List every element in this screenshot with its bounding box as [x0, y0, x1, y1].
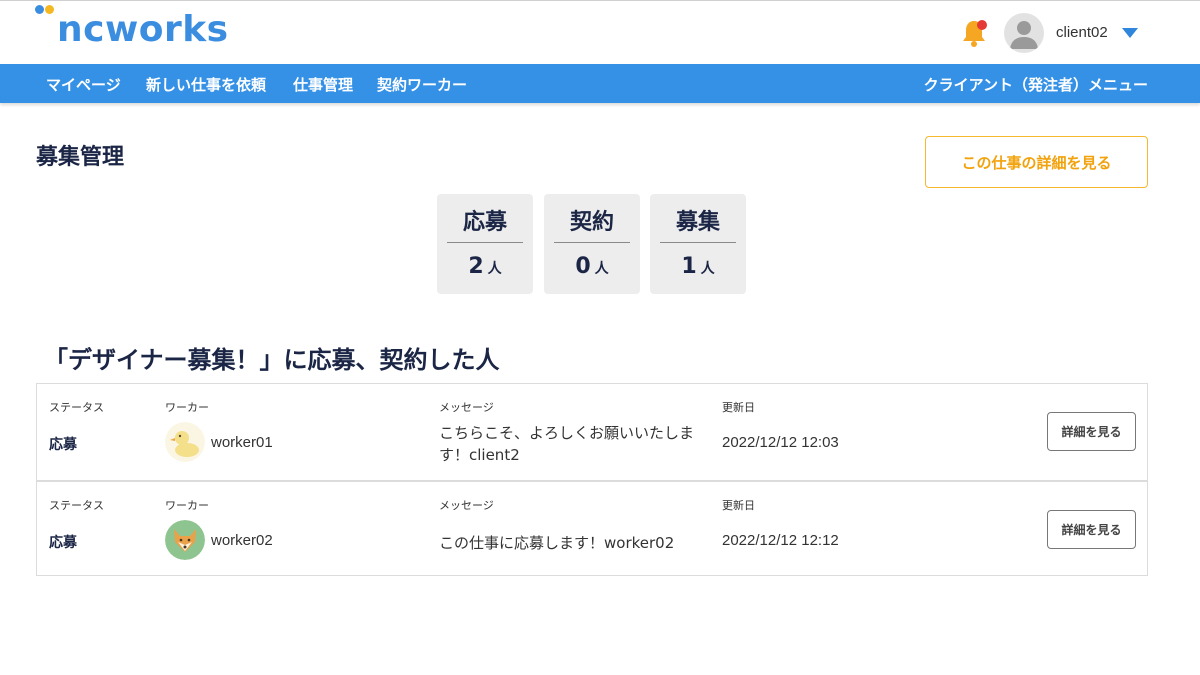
user-avatar-icon[interactable]	[1004, 13, 1044, 53]
stat-contracted: 契約 0人	[544, 194, 640, 294]
column-header-date: 更新日	[722, 500, 755, 512]
nav-item-contract-workers[interactable]: 契約ワーカー	[377, 74, 467, 95]
chevron-down-icon[interactable]	[1122, 28, 1138, 38]
view-job-detail-button[interactable]: この仕事の詳細を見る	[925, 136, 1148, 188]
column-header-message: メッセージ	[439, 500, 494, 512]
stat-label: 応募	[462, 210, 507, 235]
message-text: この仕事に応募します！worker02	[439, 534, 675, 552]
status-text: 応募	[49, 535, 77, 551]
divider	[554, 242, 630, 243]
view-details-button[interactable]: 詳細を見る	[1047, 510, 1136, 549]
nav-client-menu[interactable]: クライアント（発注者）メニュー	[924, 74, 1148, 95]
message-text: こちらこそ、よろしくお願いいたします！client2	[439, 424, 695, 464]
view-details-button[interactable]: 詳細を見る	[1047, 412, 1136, 451]
column-header-date: 更新日	[722, 402, 755, 414]
main-nav: マイページ 新しい仕事を依頼 仕事管理 契約ワーカー クライアント（発注者）メニ…	[0, 64, 1200, 103]
worker-name[interactable]: worker01	[211, 434, 273, 451]
stat-label: 契約	[569, 210, 614, 235]
stat-recruiting: 募集 1人	[650, 194, 746, 294]
column-header-message: メッセージ	[439, 402, 494, 414]
column-header-worker: ワーカー	[165, 402, 209, 414]
worker-name[interactable]: worker02	[211, 532, 273, 549]
logo-dot-blue	[35, 5, 44, 14]
applicant-table: ステータス ワーカー メッセージ 更新日 応募 worker01 こちらこそ、よ…	[36, 383, 1148, 576]
divider	[660, 242, 736, 243]
table-row: ステータス ワーカー メッセージ 更新日 応募 worker01 こちらこそ、よ…	[37, 384, 1147, 480]
nav-item-new-job[interactable]: 新しい仕事を依頼	[146, 74, 266, 95]
updated-date: 2022/12/12 12:03	[722, 434, 839, 451]
stat-value: 2人	[468, 254, 502, 279]
logo-text: ncworks	[57, 9, 229, 50]
stat-applied: 応募 2人	[437, 194, 533, 294]
table-row: ステータス ワーカー メッセージ 更新日 応募 worker02 この仕事に応募…	[37, 480, 1147, 576]
username[interactable]: client02	[1056, 24, 1108, 41]
column-header-status: ステータス	[49, 500, 104, 512]
stat-value: 1人	[681, 254, 715, 279]
logo[interactable]: ncworks	[35, 3, 235, 59]
section-title: 「デザイナー募集！」に応募、契約した人	[44, 346, 500, 374]
nav-item-job-management[interactable]: 仕事管理	[293, 74, 353, 95]
column-header-worker: ワーカー	[165, 500, 209, 512]
logo-dot-yellow	[45, 5, 54, 14]
notification-bell-icon[interactable]	[958, 17, 990, 49]
top-bar: ncworks client02	[0, 0, 1200, 64]
duck-icon[interactable]	[165, 422, 205, 462]
status-text: 応募	[49, 437, 77, 453]
page-title: 募集管理	[36, 145, 125, 170]
stat-value: 0人	[575, 254, 609, 279]
updated-date: 2022/12/12 12:12	[722, 532, 839, 549]
stat-label: 募集	[675, 210, 720, 235]
fox-icon[interactable]	[165, 520, 205, 560]
divider	[447, 242, 523, 243]
nav-item-mypage[interactable]: マイページ	[46, 74, 121, 95]
column-header-status: ステータス	[49, 402, 104, 414]
